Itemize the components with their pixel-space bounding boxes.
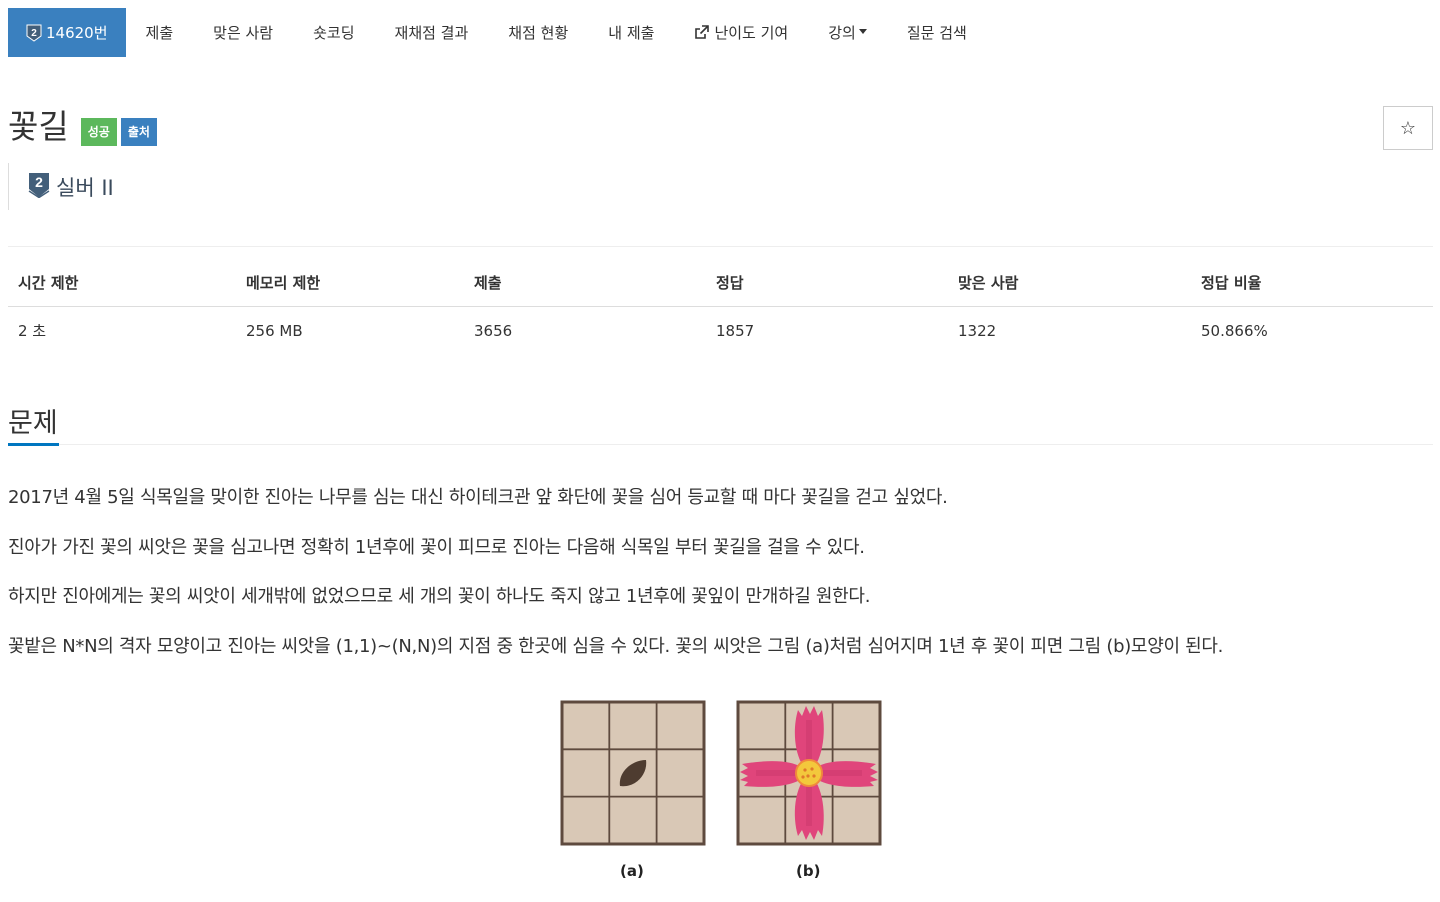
section-underline-accent [8,443,59,446]
nav-my-submissions[interactable]: 내 제출 [588,8,674,57]
source-badge[interactable]: 출처 [120,118,157,146]
nav-question-search[interactable]: 질문 검색 [887,8,987,57]
figure-caption-a: (a) [620,862,644,880]
nav-difficulty-label: 난이도 기여 [714,24,789,42]
header-accept-ratio: 정답 비율 [1191,272,1433,307]
seed-grid-a [560,700,706,846]
header-time-limit: 시간 제한 [8,272,236,307]
nav-short-coding[interactable]: 숏코딩 [293,8,374,57]
silver-tier-badge-icon: 2 [28,172,50,202]
nav-difficulty-contribution[interactable]: 난이도 기여 [674,8,808,57]
accepted-value: 1857 [716,321,755,340]
nav-rejudge-results[interactable]: 재채점 결과 [375,8,489,57]
problem-title-row: 꽃길 성공 출처 [8,107,157,147]
svg-text:2: 2 [31,28,37,39]
nav-problem-number-label: 14620번 [46,24,108,42]
problem-title: 꽃길 [8,107,69,146]
divider [8,246,1433,247]
flower-grid-figure [560,700,882,846]
tier-label: 실버 II [56,175,114,200]
external-link-icon [694,25,710,40]
header-accepted-users: 맞은 사람 [948,272,1191,307]
nav-lecture-dropdown[interactable]: 강의 [808,8,887,57]
problem-tier: 2 실버 II [8,163,114,210]
star-icon: ☆ [1399,117,1417,139]
header-memory-limit: 메모리 제한 [236,272,464,307]
favorite-star-button[interactable]: ☆ [1383,106,1433,150]
accept-ratio-value: 50.866% [1201,321,1268,340]
problem-info-table: 시간 제한 메모리 제한 제출 정답 맞은 사람 정답 비율 2 초 256 M… [8,272,1433,341]
success-badge[interactable]: 성공 [80,118,117,146]
description-paragraph: 하지만 진아에게는 꽃의 씨앗이 세개밖에 없었으므로 세 개의 꽃이 하나도 … [8,586,871,607]
section-divider [8,444,1433,445]
time-limit-value: 2 초 [18,322,47,340]
nav-accepted-users[interactable]: 맞은 사람 [193,8,293,57]
table-row: 2 초 256 MB 3656 1857 1322 50.866% [8,307,1433,342]
nav-submit[interactable]: 제출 [126,8,194,57]
silver-tier-icon: 2 [26,24,42,42]
problem-nav: 2 14620번 제출 맞은 사람 숏코딩 재채점 결과 채점 현황 내 제출 … [8,8,987,57]
nav-problem-number[interactable]: 2 14620번 [8,8,126,57]
figure-caption-b: (b) [796,862,821,880]
section-title-problem: 문제 [8,408,58,439]
nav-lecture-label: 강의 [828,24,856,42]
flower-grid-b [736,700,882,846]
description-paragraph: 진아가 가진 꽃의 씨앗은 꽃을 심고나면 정확히 1년후에 꽃이 피므로 진아… [8,537,865,558]
table-header-row: 시간 제한 메모리 제한 제출 정답 맞은 사람 정답 비율 [8,272,1433,307]
caret-down-icon [858,29,867,34]
submissions-value: 3656 [474,321,513,340]
svg-text:2: 2 [35,174,43,190]
header-accepted: 정답 [706,272,948,307]
description-paragraph: 2017년 4월 5일 식목일을 맞이한 진아는 나무를 심는 대신 하이테크관… [8,487,948,508]
accepted-users-value: 1322 [958,321,997,340]
problem-figure: (a) (b) [560,700,890,880]
header-submissions: 제출 [464,272,706,307]
memory-limit-value: 256 MB [246,321,303,340]
nav-judge-status[interactable]: 채점 현황 [488,8,588,57]
description-paragraph: 꽃밭은 N*N의 격자 모양이고 진아는 씨앗을 (1,1)~(N,N)의 지점… [8,636,1224,657]
